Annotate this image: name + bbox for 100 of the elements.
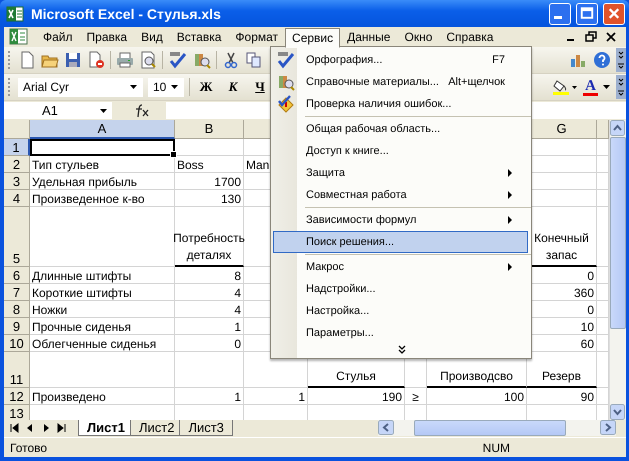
- row-header[interactable]: 7: [4, 284, 30, 301]
- permission-icon[interactable]: [87, 51, 105, 69]
- close-button[interactable]: [603, 2, 625, 24]
- column-header[interactable]: A: [30, 120, 175, 139]
- table-cell: 190: [308, 388, 405, 405]
- row-header[interactable]: 1: [4, 139, 30, 156]
- menu-item[interactable]: Файл: [36, 28, 80, 46]
- menu-item[interactable]: Вид: [134, 28, 170, 46]
- vertical-scrollbar[interactable]: [609, 120, 626, 420]
- row-header[interactable]: 3: [4, 173, 30, 190]
- scroll-left-icon[interactable]: [378, 420, 394, 435]
- dropdown-arrow-icon: [100, 108, 108, 114]
- table-cell: Короткие штифты: [30, 284, 175, 301]
- row-header[interactable]: 10: [4, 335, 30, 352]
- table-cell: Облегченные сиденья: [30, 335, 175, 352]
- research-icon: [277, 73, 295, 91]
- status-text: Готово: [10, 440, 48, 454]
- name-box[interactable]: A1: [4, 102, 112, 119]
- menu-item[interactable]: Надстройки...: [273, 278, 528, 300]
- table-cell: 8: [175, 267, 244, 284]
- fill-color-icon[interactable]: [552, 78, 578, 96]
- function-icon[interactable]: [134, 104, 150, 118]
- table-cell: 0: [175, 335, 244, 352]
- table-cell: 4: [175, 301, 244, 318]
- scroll-down-icon[interactable]: [610, 404, 626, 420]
- menu-item[interactable]: Проверка наличия ошибок...: [273, 93, 528, 115]
- spreadsheet-document-icon[interactable]: [8, 28, 30, 46]
- sheet-tab[interactable]: Лист3: [179, 420, 233, 436]
- menu-item[interactable]: Общая рабочая область...: [273, 118, 528, 140]
- menu-item[interactable]: Совместная работа: [273, 184, 528, 206]
- menu-item[interactable]: Параметры...: [273, 322, 528, 344]
- row-header[interactable]: 8: [4, 301, 30, 318]
- scroll-right-icon[interactable]: [600, 420, 616, 435]
- row-header[interactable]: 2: [4, 156, 30, 173]
- dropdown-arrow-icon[interactable]: [603, 84, 611, 90]
- table-cell: Длинные штифты: [30, 267, 175, 284]
- table-cell: Потребность деталях: [175, 207, 244, 267]
- table-cell: [175, 352, 244, 388]
- row-header[interactable]: 12: [4, 388, 30, 405]
- menu-item[interactable]: Данные: [340, 28, 398, 46]
- menu-item[interactable]: Поиск решения...: [273, 231, 528, 253]
- row-header[interactable]: 11: [4, 352, 30, 388]
- scissors-icon[interactable]: [222, 51, 240, 69]
- menu-item[interactable]: Формат: [228, 28, 286, 46]
- row-header[interactable]: 4: [4, 190, 30, 207]
- window-title: Microsoft Excel - Стулья.xls: [31, 6, 221, 22]
- menu-item[interactable]: Вставка: [170, 28, 228, 46]
- dropdown-arrow-icon: [171, 84, 179, 90]
- table-cell: Произведено: [30, 388, 175, 405]
- row-header[interactable]: 6: [4, 267, 30, 284]
- row-header[interactable]: 5: [4, 207, 30, 267]
- table-cell: Тип стульев: [30, 156, 175, 173]
- scroll-up-icon[interactable]: [610, 120, 626, 136]
- table-cell: 4: [175, 284, 244, 301]
- row-header[interactable]: 9: [4, 318, 30, 335]
- minimize-button[interactable]: [549, 2, 571, 24]
- menu-item[interactable]: Сервис: [285, 28, 340, 48]
- font-size-dropdown[interactable]: 10: [148, 78, 184, 96]
- restore-icon[interactable]: [584, 30, 598, 44]
- printer-icon[interactable]: [116, 51, 134, 69]
- maximize-button[interactable]: [576, 2, 598, 24]
- toolbar-options-icon[interactable]: [616, 75, 626, 99]
- error-check-icon: [277, 95, 295, 113]
- table-cell: Произведенное к-во: [30, 190, 175, 207]
- research-icon[interactable]: [193, 51, 211, 69]
- table-cell: Ножки: [30, 301, 175, 318]
- close-icon[interactable]: [604, 30, 618, 44]
- toolbar-options-icon[interactable]: [616, 48, 626, 72]
- menu-item[interactable]: Окно: [397, 28, 440, 46]
- menu-item[interactable]: Настройка...: [273, 300, 528, 322]
- menu-item[interactable]: Правка: [80, 28, 134, 46]
- table-cell: ≥: [405, 388, 427, 405]
- table-cell: 100: [427, 388, 527, 405]
- table-cell: 1: [175, 318, 244, 335]
- help-icon[interactable]: [593, 51, 611, 69]
- spelling-icon[interactable]: [168, 51, 188, 69]
- horizontal-scrollbar[interactable]: [378, 420, 616, 436]
- menu-item[interactable]: Справка: [439, 28, 500, 46]
- submenu-arrow-icon: [507, 216, 513, 224]
- submenu-arrow-icon: [507, 191, 513, 199]
- spreadsheet-logo-icon: [6, 4, 24, 22]
- table-cell: Удельная прибыль: [30, 173, 175, 190]
- submenu-arrow-icon: [507, 263, 513, 271]
- expand-menu-icon[interactable]: [397, 345, 407, 355]
- bold-button[interactable]: Ж: [195, 77, 217, 97]
- table-cell: 1: [244, 388, 308, 405]
- copy-icon[interactable]: [245, 51, 263, 69]
- menu-item[interactable]: Орфография... F7: [273, 49, 528, 71]
- table-cell: 1: [175, 388, 244, 405]
- font-dropdown[interactable]: Arial Cyr: [18, 78, 143, 96]
- font-color-button[interactable]: A: [583, 78, 598, 96]
- menu-item[interactable]: Зависимости формул: [273, 209, 528, 231]
- active-cell[interactable]: [30, 139, 175, 156]
- print-preview-icon[interactable]: [139, 51, 157, 69]
- italic-button[interactable]: К: [222, 77, 244, 97]
- save-icon[interactable]: [64, 51, 82, 69]
- menu-item[interactable]: Макрос: [273, 256, 528, 278]
- column-header[interactable]: B: [175, 120, 244, 139]
- underline-button[interactable]: Ч: [249, 77, 271, 97]
- menu-item[interactable]: Справочные материалы... Alt+щелчок: [273, 71, 528, 93]
